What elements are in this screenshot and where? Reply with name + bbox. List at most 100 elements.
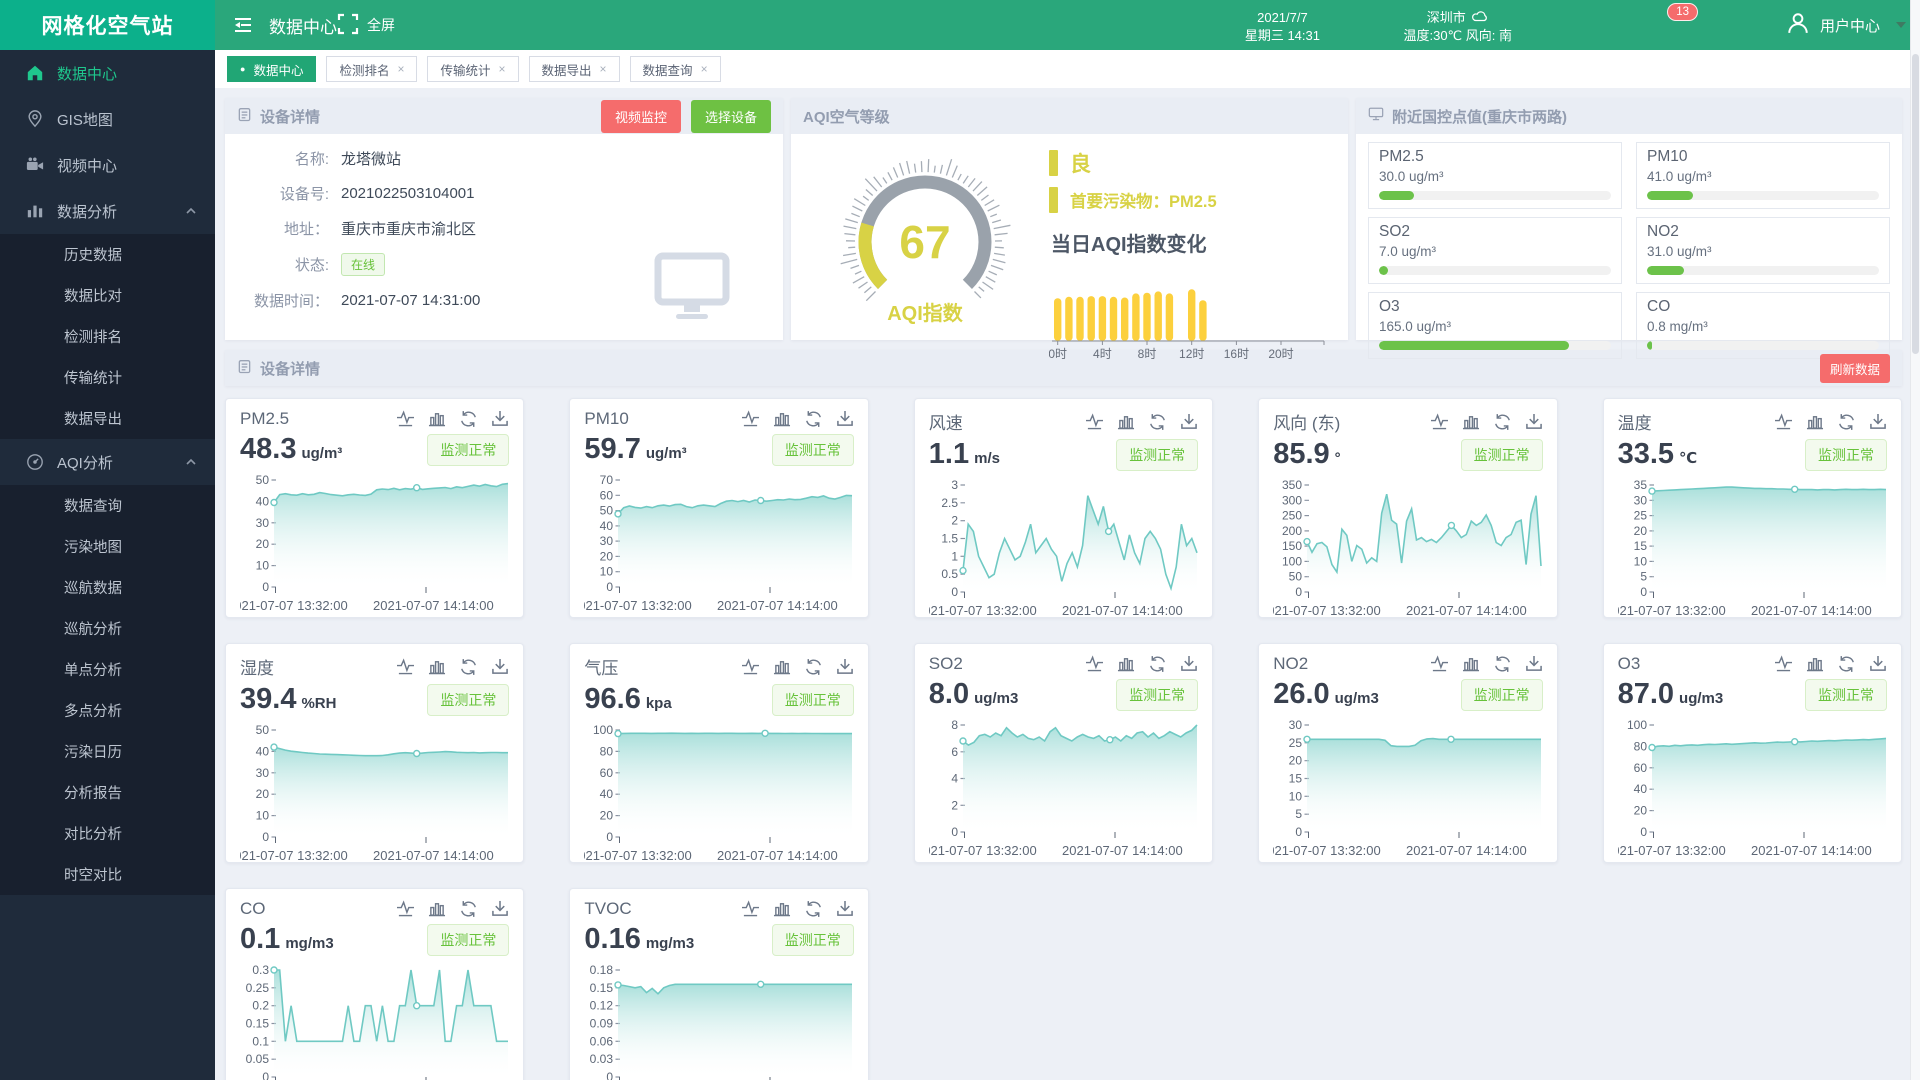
line-chart-icon[interactable] xyxy=(741,410,760,428)
metric-unit: ug/m3 xyxy=(974,690,1018,707)
tab-数据导出[interactable]: 数据导出× xyxy=(529,56,620,82)
close-icon[interactable]: × xyxy=(600,62,607,76)
svg-text:0: 0 xyxy=(607,1070,614,1080)
page-scrollbar[interactable] xyxy=(1910,0,1920,1080)
close-icon[interactable]: × xyxy=(397,62,404,76)
download-icon[interactable] xyxy=(1869,413,1887,431)
user-menu[interactable]: 用户中心 xyxy=(1786,0,1906,50)
tab-数据查询[interactable]: 数据查询× xyxy=(630,56,721,82)
download-icon[interactable] xyxy=(491,900,509,918)
bar-chart-icon[interactable] xyxy=(428,410,446,428)
tab-传输统计[interactable]: 传输统计× xyxy=(427,56,518,82)
refresh-icon[interactable] xyxy=(459,658,478,676)
line-chart-icon[interactable] xyxy=(396,410,415,428)
download-icon[interactable] xyxy=(836,410,854,428)
bar-chart-icon[interactable] xyxy=(1806,413,1824,431)
sidebar-subitem[interactable]: 数据导出 xyxy=(0,398,215,439)
svg-text:30: 30 xyxy=(256,516,270,530)
svg-text:0: 0 xyxy=(951,585,958,599)
refresh-icon[interactable] xyxy=(459,410,478,428)
video-monitor-button[interactable]: 视频监控 xyxy=(601,100,681,133)
line-chart-icon[interactable] xyxy=(396,658,415,676)
sidebar-subitem[interactable]: 传输统计 xyxy=(0,357,215,398)
scrollbar-thumb[interactable] xyxy=(1912,54,1919,354)
download-icon[interactable] xyxy=(836,900,854,918)
tab-检测排名[interactable]: 检测排名× xyxy=(326,56,417,82)
metric-card-humidity: 湿度39.4%RH监测正常010203040502021-07-07 13:32… xyxy=(225,643,524,863)
refresh-icon[interactable] xyxy=(459,900,478,918)
chevron-up-icon[interactable] xyxy=(185,456,197,468)
download-icon[interactable] xyxy=(1525,655,1543,673)
sidebar-item-video-center[interactable]: 视频中心 xyxy=(0,142,215,188)
sidebar-item-data-center[interactable]: 数据中心 xyxy=(0,50,215,96)
menu-fold-icon[interactable] xyxy=(233,17,253,33)
sidebar-item-gis-map[interactable]: GIS地图 xyxy=(0,96,215,142)
refresh-icon[interactable] xyxy=(804,900,823,918)
tab-数据中心[interactable]: ●数据中心 xyxy=(227,56,316,82)
chevron-up-icon[interactable] xyxy=(185,205,197,217)
download-icon[interactable] xyxy=(836,658,854,676)
line-chart-icon[interactable] xyxy=(1430,413,1449,431)
download-icon[interactable] xyxy=(1869,655,1887,673)
sidebar-subitem[interactable]: 污染日历 xyxy=(0,731,215,772)
sidebar-subitem[interactable]: 单点分析 xyxy=(0,649,215,690)
sidebar-subitem[interactable]: 巡航分析 xyxy=(0,608,215,649)
refresh-icon[interactable] xyxy=(804,410,823,428)
sidebar-item-aqi-analysis[interactable]: AQI分析 xyxy=(0,439,215,485)
svg-text:20: 20 xyxy=(1633,524,1647,538)
svg-text:2021-07-07 14:14:00: 2021-07-07 14:14:00 xyxy=(1751,603,1872,618)
sidebar-subitem[interactable]: 数据比对 xyxy=(0,275,215,316)
download-icon[interactable] xyxy=(1180,655,1198,673)
fullscreen-button[interactable]: 全屏 xyxy=(337,0,395,50)
bar-chart-icon[interactable] xyxy=(1117,413,1135,431)
refresh-icon[interactable] xyxy=(1148,413,1167,431)
metric-value: 1.1 xyxy=(929,438,969,470)
refresh-icon[interactable] xyxy=(1837,655,1856,673)
line-chart-icon[interactable] xyxy=(1430,655,1449,673)
sidebar-subitem[interactable]: 数据查询 xyxy=(0,485,215,526)
download-icon[interactable] xyxy=(491,410,509,428)
line-chart-icon[interactable] xyxy=(1774,413,1793,431)
line-chart-icon[interactable] xyxy=(1774,655,1793,673)
charts-panel-title: 设备详情 xyxy=(260,358,320,379)
notification-badge[interactable]: 13 xyxy=(1667,3,1698,21)
bar-chart-icon[interactable] xyxy=(428,900,446,918)
bar-chart-icon[interactable] xyxy=(1462,413,1480,431)
sidebar-subitem[interactable]: 对比分析 xyxy=(0,813,215,854)
sidebar-subitem[interactable]: 多点分析 xyxy=(0,690,215,731)
metric-value: 0.1 xyxy=(240,923,280,955)
line-chart-icon[interactable] xyxy=(396,900,415,918)
line-chart-icon[interactable] xyxy=(741,900,760,918)
bar-chart-icon[interactable] xyxy=(773,658,791,676)
metric-cards-grid: PM2.548.3ug/m³监测正常010203040502021-07-07 … xyxy=(225,398,1902,1080)
sidebar-subitem[interactable]: 时空对比 xyxy=(0,854,215,895)
close-icon[interactable]: × xyxy=(701,62,708,76)
bar-chart-icon[interactable] xyxy=(1462,655,1480,673)
refresh-icon[interactable] xyxy=(1493,655,1512,673)
svg-text:AQI指数: AQI指数 xyxy=(887,301,964,325)
bar-chart-icon[interactable] xyxy=(773,900,791,918)
sidebar-subitem[interactable]: 巡航数据 xyxy=(0,567,215,608)
sidebar-subitem[interactable]: 历史数据 xyxy=(0,234,215,275)
bar-chart-icon[interactable] xyxy=(1806,655,1824,673)
sidebar-item-data-analysis[interactable]: 数据分析 xyxy=(0,188,215,234)
download-icon[interactable] xyxy=(1525,413,1543,431)
bar-chart-icon[interactable] xyxy=(773,410,791,428)
download-icon[interactable] xyxy=(1180,413,1198,431)
sidebar-subitem[interactable]: 污染地图 xyxy=(0,526,215,567)
refresh-icon[interactable] xyxy=(1493,413,1512,431)
refresh-icon[interactable] xyxy=(1837,413,1856,431)
bar-chart-icon[interactable] xyxy=(428,658,446,676)
refresh-icon[interactable] xyxy=(804,658,823,676)
line-chart-icon[interactable] xyxy=(741,658,760,676)
select-device-button[interactable]: 选择设备 xyxy=(691,100,771,133)
bar-chart-icon[interactable] xyxy=(1117,655,1135,673)
sidebar-subitem[interactable]: 分析报告 xyxy=(0,772,215,813)
refresh-icon[interactable] xyxy=(1148,655,1167,673)
line-chart-icon[interactable] xyxy=(1085,413,1104,431)
download-icon[interactable] xyxy=(491,658,509,676)
line-chart-icon[interactable] xyxy=(1085,655,1104,673)
close-icon[interactable]: × xyxy=(499,62,506,76)
refresh-data-button[interactable]: 刷新数据 xyxy=(1820,354,1890,383)
sidebar-subitem[interactable]: 检测排名 xyxy=(0,316,215,357)
